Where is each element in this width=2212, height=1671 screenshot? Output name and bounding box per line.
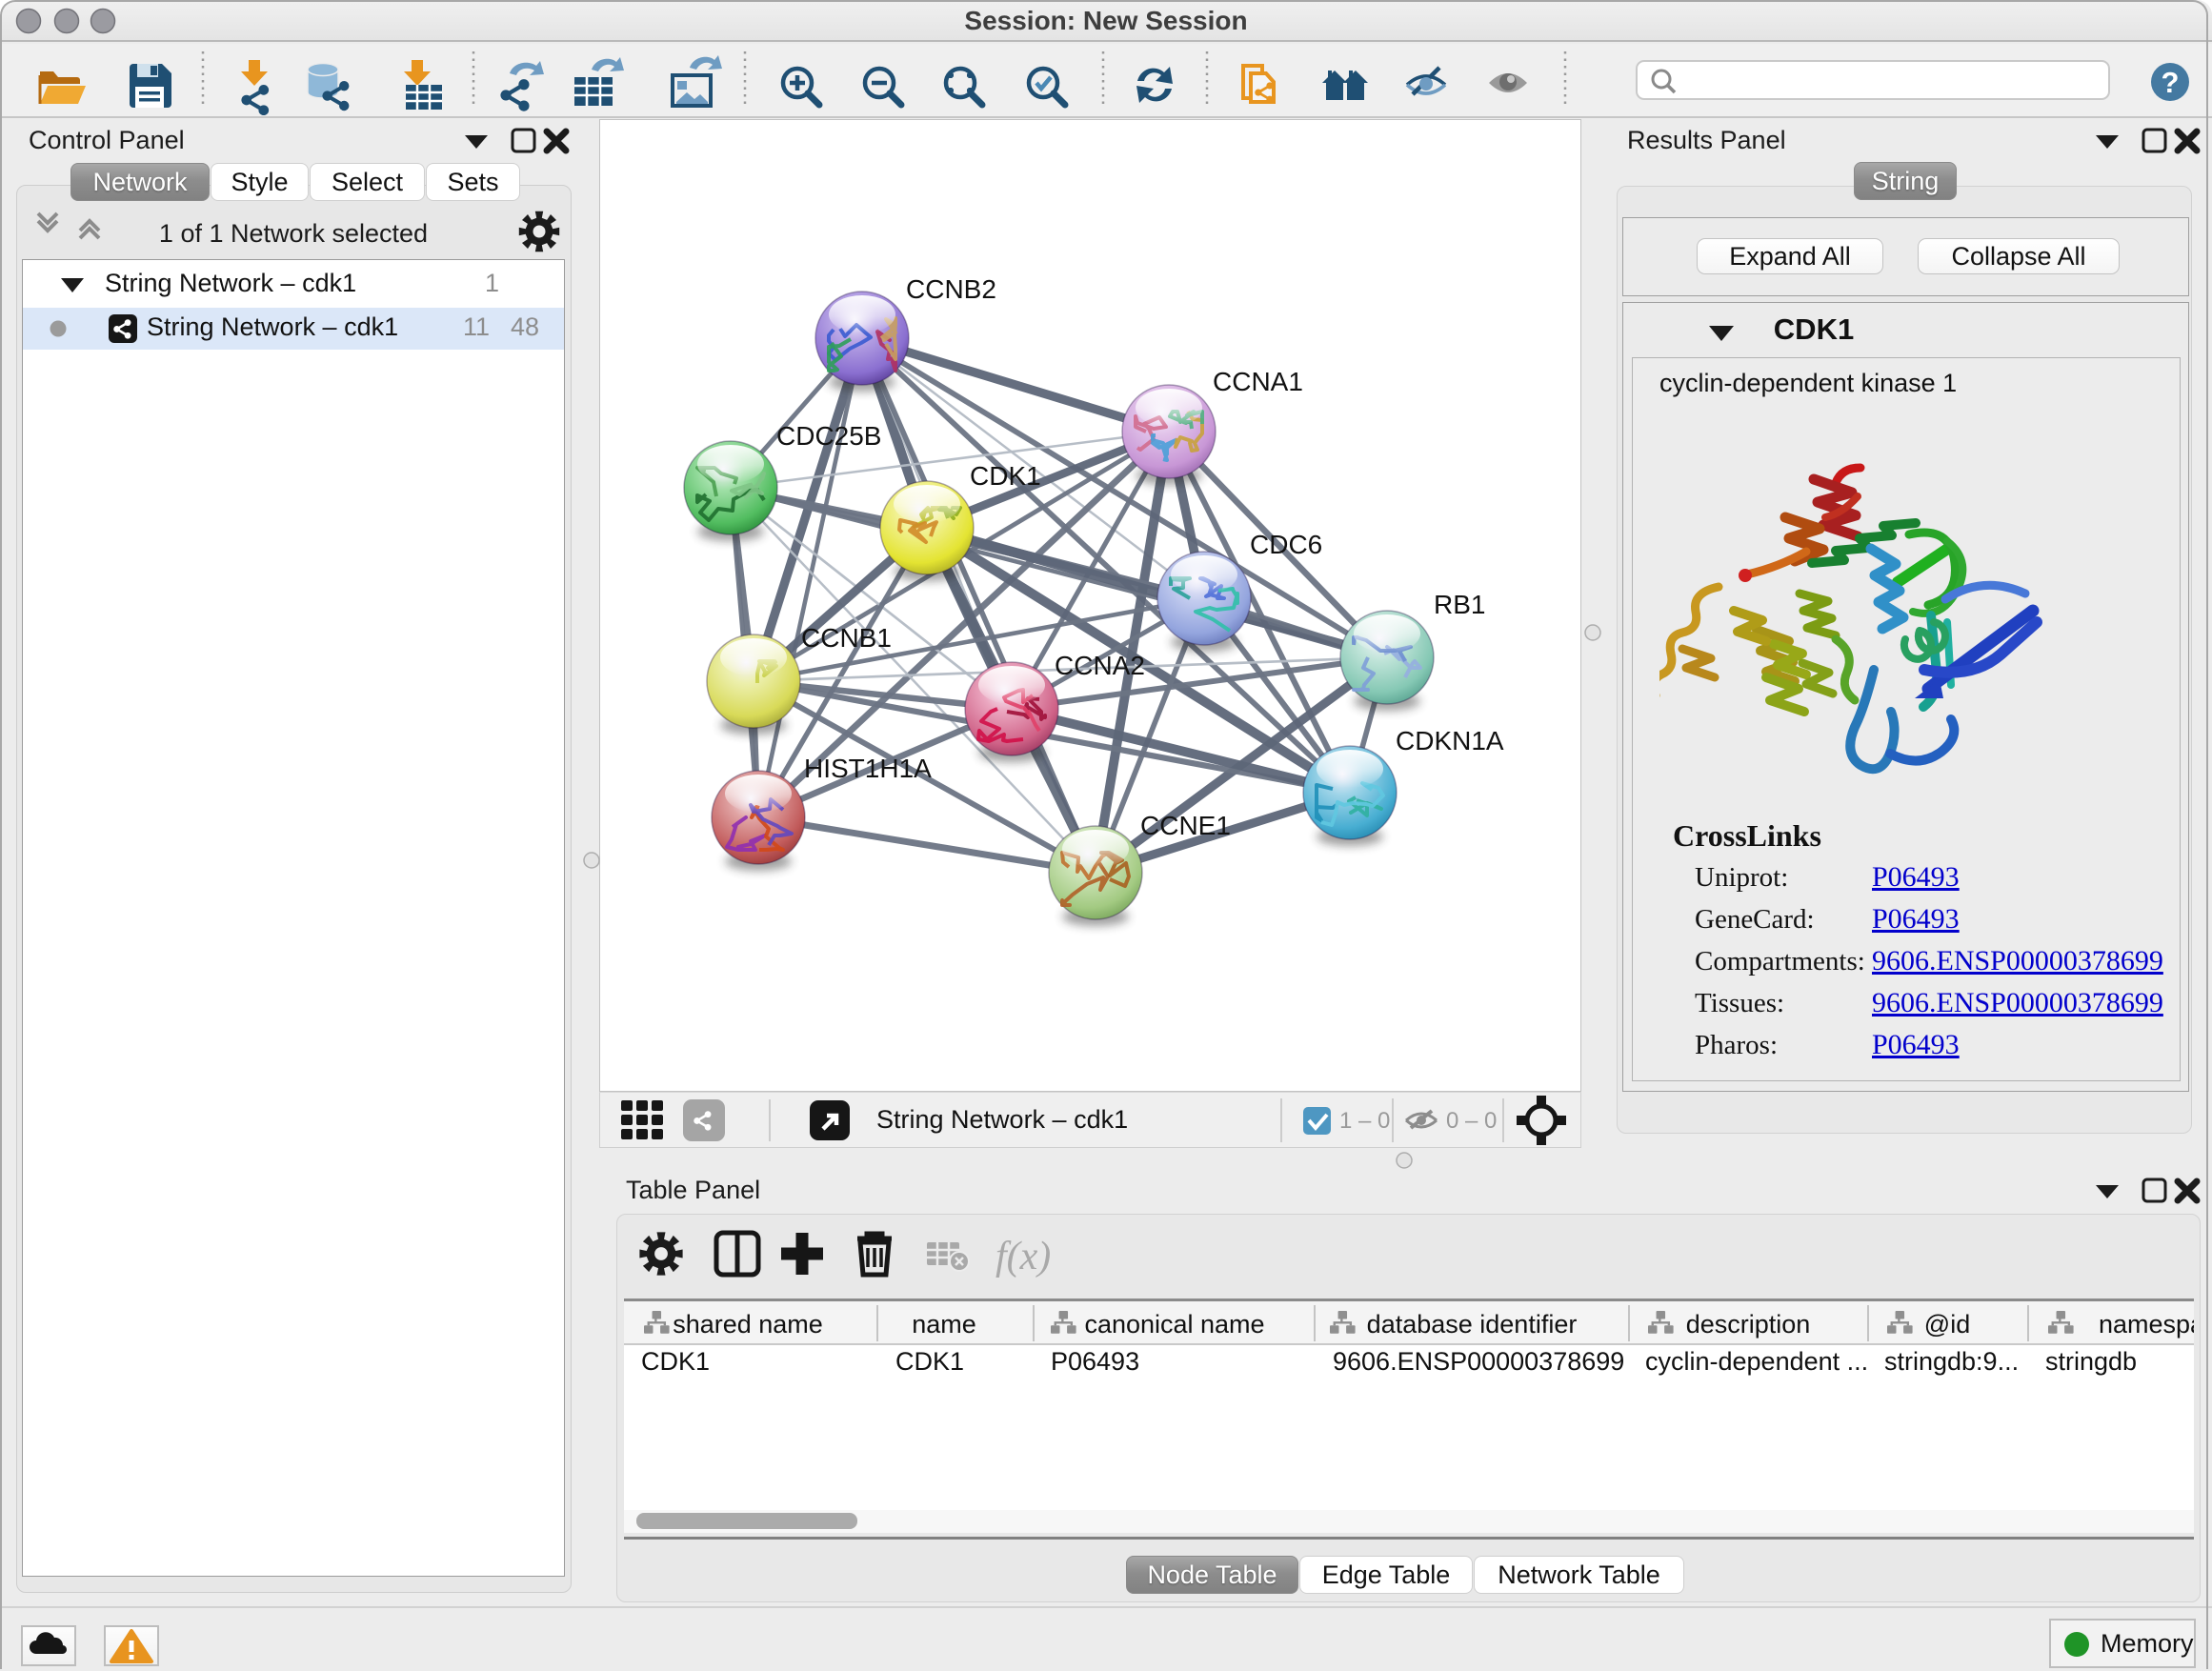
svg-text:CDKN1A: CDKN1A: [1396, 726, 1504, 755]
svg-text:CCNE1: CCNE1: [1140, 811, 1231, 840]
svg-text:shared name: shared name: [673, 1310, 823, 1339]
svg-text:CDK1: CDK1: [970, 461, 1041, 491]
svg-text:CCNB1: CCNB1: [801, 623, 892, 653]
svg-text:CDC25B: CDC25B: [776, 421, 881, 451]
svg-text:CDC6: CDC6: [1250, 530, 1322, 559]
svg-text:1 – 0: 1 – 0: [1339, 1108, 1390, 1134]
svg-text:?: ?: [2162, 66, 2180, 99]
svg-text:namespace: namespace: [2099, 1310, 2194, 1339]
svg-text:description: description: [1686, 1310, 1811, 1339]
svg-text:CCNA1: CCNA1: [1213, 367, 1303, 396]
svg-text:RB1: RB1: [1434, 590, 1485, 619]
svg-text:CCNA2: CCNA2: [1055, 651, 1145, 680]
svg-text:f(x): f(x): [995, 1235, 1051, 1278]
svg-text:name: name: [912, 1310, 976, 1339]
svg-text:database identifier: database identifier: [1367, 1310, 1578, 1339]
svg-text:@id: @id: [1924, 1310, 1970, 1339]
svg-text:HIST1H1A: HIST1H1A: [804, 754, 932, 783]
svg-text:CCNB2: CCNB2: [906, 274, 996, 304]
svg-text:0 – 0: 0 – 0: [1446, 1108, 1497, 1134]
svg-text:canonical name: canonical name: [1084, 1310, 1264, 1339]
